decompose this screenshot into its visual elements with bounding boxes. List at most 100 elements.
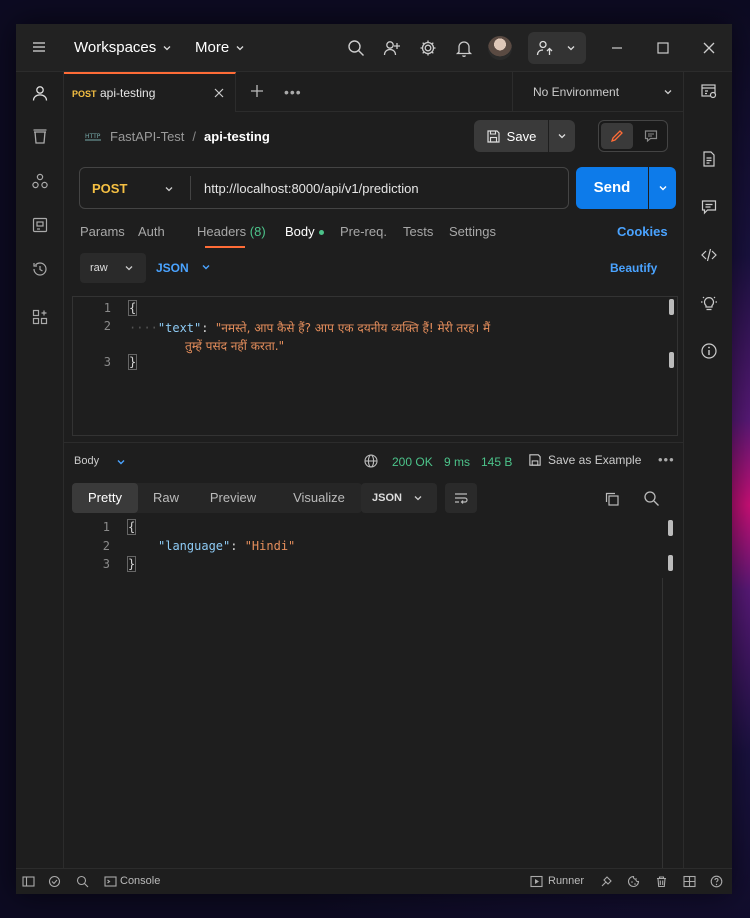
line-number: 1 — [102, 520, 110, 534]
response-format-select[interactable]: JSON — [361, 483, 437, 513]
tab-tests[interactable]: Tests — [403, 224, 433, 239]
online-status-icon[interactable] — [48, 875, 61, 888]
bell-icon[interactable] — [454, 38, 474, 58]
url-input[interactable]: http://localhost:8000/api/v1/prediction — [204, 181, 419, 196]
cookies-link[interactable]: Cookies — [617, 224, 668, 239]
scrollbar-thumb[interactable] — [668, 520, 673, 536]
edit-mode-button[interactable] — [601, 123, 633, 149]
scrollbar-thumb[interactable] — [668, 555, 673, 571]
copy-icon[interactable] — [604, 491, 620, 507]
response-size[interactable]: 145 B — [481, 455, 512, 469]
send-button[interactable]: Send — [576, 167, 648, 209]
trash-icon[interactable] — [655, 875, 668, 888]
wrap-lines-button[interactable] — [445, 483, 477, 513]
avatar[interactable] — [488, 36, 512, 60]
globe-icon[interactable] — [364, 454, 378, 468]
runner-icon[interactable] — [530, 875, 543, 888]
request-url-bar: POST http://localhost:8000/api/v1/predic… — [79, 167, 569, 209]
response-more-icon[interactable]: ••• — [658, 452, 675, 467]
hamburger-menu-icon[interactable] — [32, 40, 46, 54]
save-disk-icon — [529, 454, 541, 466]
two-pane-view-icon[interactable] — [683, 875, 696, 888]
more-menu[interactable]: More — [195, 39, 245, 56]
send-options-dropdown[interactable] — [649, 167, 676, 209]
save-as-example-button[interactable]: Save as Example — [528, 453, 641, 467]
apps-grid-icon[interactable] — [31, 308, 49, 326]
tab-pretty[interactable]: Pretty — [72, 483, 138, 513]
tab-body[interactable]: Body — [285, 224, 324, 239]
response-format-value: JSON — [372, 492, 402, 504]
save-button[interactable]: Save — [474, 120, 548, 152]
new-tab-plus-icon[interactable] — [250, 84, 264, 98]
workspaces-menu[interactable]: Workspaces — [74, 39, 172, 56]
tab-raw[interactable]: Raw — [142, 483, 190, 513]
console-icon[interactable] — [104, 875, 117, 888]
info-icon[interactable] — [700, 342, 718, 360]
right-sidebar — [683, 72, 732, 868]
code-icon[interactable] — [700, 246, 718, 264]
breadcrumb-request-name[interactable]: api-testing — [204, 129, 270, 144]
close-window-icon[interactable] — [702, 41, 716, 55]
tab-settings[interactable]: Settings — [449, 224, 496, 239]
postman-window: Workspaces More POST api-testing ••• No … — [16, 24, 732, 894]
scrollbar-thumb[interactable] — [669, 299, 674, 315]
user-icon[interactable] — [31, 84, 49, 102]
add-user-icon[interactable] — [382, 38, 402, 58]
close-brace: } — [126, 556, 137, 572]
tab-headers[interactable]: Headers (8) — [197, 224, 266, 239]
tab-api-testing[interactable]: POST api-testing — [64, 72, 236, 112]
response-status[interactable]: 200 OK — [392, 455, 433, 469]
tab-prereq[interactable]: Pre-req. — [340, 224, 387, 239]
collections-icon[interactable] — [31, 128, 49, 146]
active-tab-underline — [205, 246, 245, 248]
cookies-icon[interactable] — [627, 875, 640, 888]
history-icon[interactable] — [31, 260, 49, 278]
gear-icon[interactable] — [418, 38, 438, 58]
capture-requests-icon[interactable] — [600, 875, 613, 888]
search-icon[interactable] — [346, 38, 366, 58]
environments-icon[interactable] — [31, 172, 49, 190]
find-icon[interactable] — [76, 875, 89, 888]
method-selector[interactable]: POST — [92, 181, 127, 196]
response-body-label[interactable]: Body — [74, 455, 99, 467]
tab-visualize[interactable]: Visualize — [276, 483, 362, 513]
scrollbar-thumb[interactable] — [669, 352, 674, 368]
help-icon[interactable] — [710, 875, 723, 888]
invite-button[interactable] — [528, 32, 586, 64]
toggle-sidebar-icon[interactable] — [22, 875, 35, 888]
save-options-dropdown[interactable] — [549, 120, 575, 152]
environment-quick-look-icon[interactable] — [700, 82, 718, 100]
runner-label[interactable]: Runner — [548, 875, 584, 887]
environment-selector[interactable]: No Environment — [512, 72, 683, 112]
comments-icon[interactable] — [700, 198, 718, 216]
search-icon[interactable] — [643, 490, 660, 507]
response-time[interactable]: 9 ms — [444, 455, 470, 469]
body-mode-value: raw — [90, 262, 108, 274]
close-tab-icon[interactable] — [214, 88, 224, 98]
request-body-editor[interactable]: 1 2 3 { ····"text": "नमस्ते, आप कैसे हैं… — [72, 296, 678, 436]
maximize-icon[interactable] — [656, 41, 670, 55]
json-value: "नमस्ते, आप कैसे हैं? आप एक दयनीय व्यक्त… — [215, 321, 491, 335]
code-line-2: ····"text": "नमस्ते, आप कैसे हैं? आप एक … — [129, 319, 490, 336]
mock-servers-icon[interactable] — [31, 216, 49, 234]
documentation-icon[interactable] — [700, 150, 718, 168]
more-tabs-icon[interactable]: ••• — [284, 84, 302, 100]
breadcrumb-collection[interactable]: FastAPI-Test — [110, 129, 184, 144]
tab-preview[interactable]: Preview — [198, 483, 268, 513]
json-value: "Hindi" — [244, 539, 296, 553]
chevron-down-icon[interactable] — [164, 184, 174, 194]
response-body-viewer[interactable]: 1 2 3 { "language": "Hindi" } — [72, 518, 678, 884]
body-format-select[interactable]: JSON — [156, 261, 211, 275]
chevron-down-icon[interactable] — [116, 457, 126, 467]
lightbulb-icon[interactable] — [700, 294, 718, 312]
tab-auth[interactable]: Auth — [138, 224, 165, 239]
chevron-down-icon — [558, 134, 566, 139]
breadcrumb: HTTP FastAPI-Test / api-testing — [84, 128, 270, 144]
comment-mode-button[interactable] — [635, 123, 667, 149]
body-mode-select[interactable]: raw — [80, 253, 146, 283]
beautify-link[interactable]: Beautify — [610, 261, 657, 275]
console-label[interactable]: Console — [120, 875, 160, 887]
minimize-icon[interactable] — [610, 41, 624, 55]
scroll-track — [662, 578, 663, 884]
tab-params[interactable]: Params — [80, 224, 125, 239]
